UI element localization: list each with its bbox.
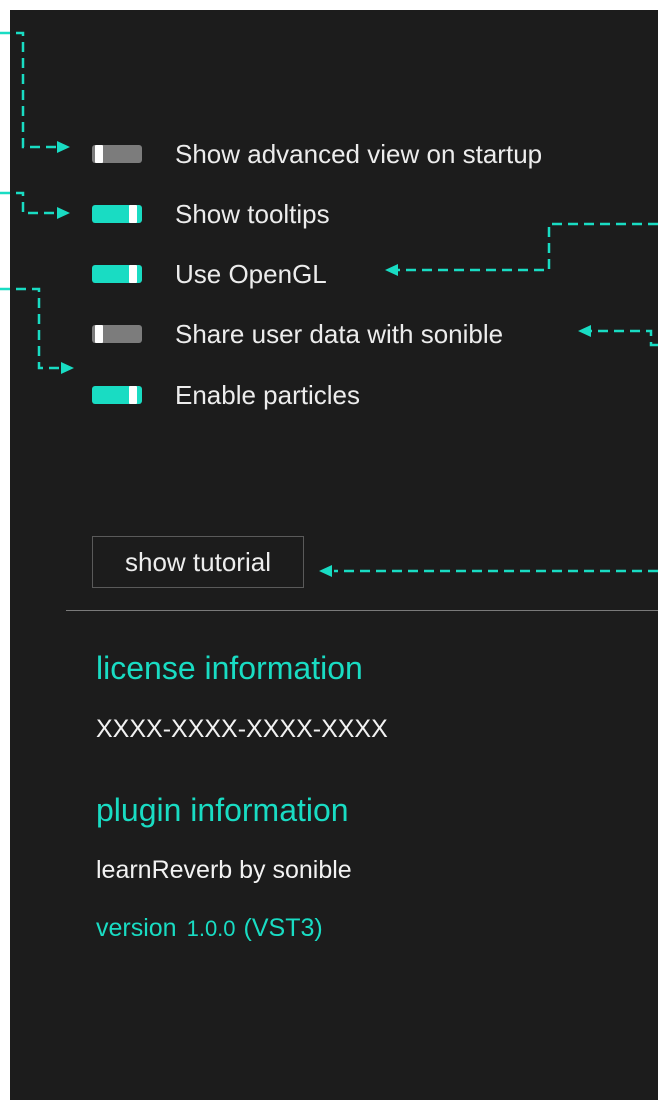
particles-toggle[interactable]: [92, 386, 142, 404]
setting-show-advanced-view[interactable]: Show advanced view on startup: [92, 134, 542, 174]
share-data-toggle[interactable]: [92, 325, 142, 343]
setting-share-user-data[interactable]: Share user data with sonible: [92, 314, 503, 354]
setting-show-tooltips[interactable]: Show tooltips: [92, 194, 330, 234]
setting-enable-particles[interactable]: Enable particles: [92, 375, 360, 415]
divider: [66, 610, 658, 611]
setting-label: Enable particles: [175, 379, 360, 410]
plugin-version: version 1.0.0 (VST3): [96, 914, 323, 943]
version-prefix: version: [96, 914, 177, 942]
plugin-heading: plugin information: [96, 792, 349, 828]
setting-label: Show advanced view on startup: [175, 138, 543, 169]
setting-use-opengl[interactable]: Use OpenGL: [92, 254, 327, 294]
plugin-name: learnReverb by sonible: [96, 856, 352, 884]
toggle-knob: [129, 386, 137, 404]
version-format: (VST3): [243, 914, 323, 942]
toggle-knob: [129, 265, 137, 283]
setting-label: Share user data with sonible: [175, 318, 504, 349]
version-number: 1.0.0: [186, 916, 236, 941]
license-heading: license information: [96, 650, 363, 686]
show-tutorial-button[interactable]: show tutorial: [92, 536, 304, 588]
toggle-knob: [95, 325, 103, 343]
toggle-knob: [129, 205, 137, 223]
tooltips-toggle[interactable]: [92, 205, 142, 223]
license-key: XXXX-XXXX-XXXX-XXXX: [96, 715, 388, 743]
opengl-toggle[interactable]: [92, 265, 142, 283]
setting-label: Show tooltips: [175, 198, 330, 229]
toggle-knob: [95, 145, 103, 163]
setting-label: Use OpenGL: [175, 258, 327, 289]
advanced-view-toggle[interactable]: [92, 145, 142, 163]
